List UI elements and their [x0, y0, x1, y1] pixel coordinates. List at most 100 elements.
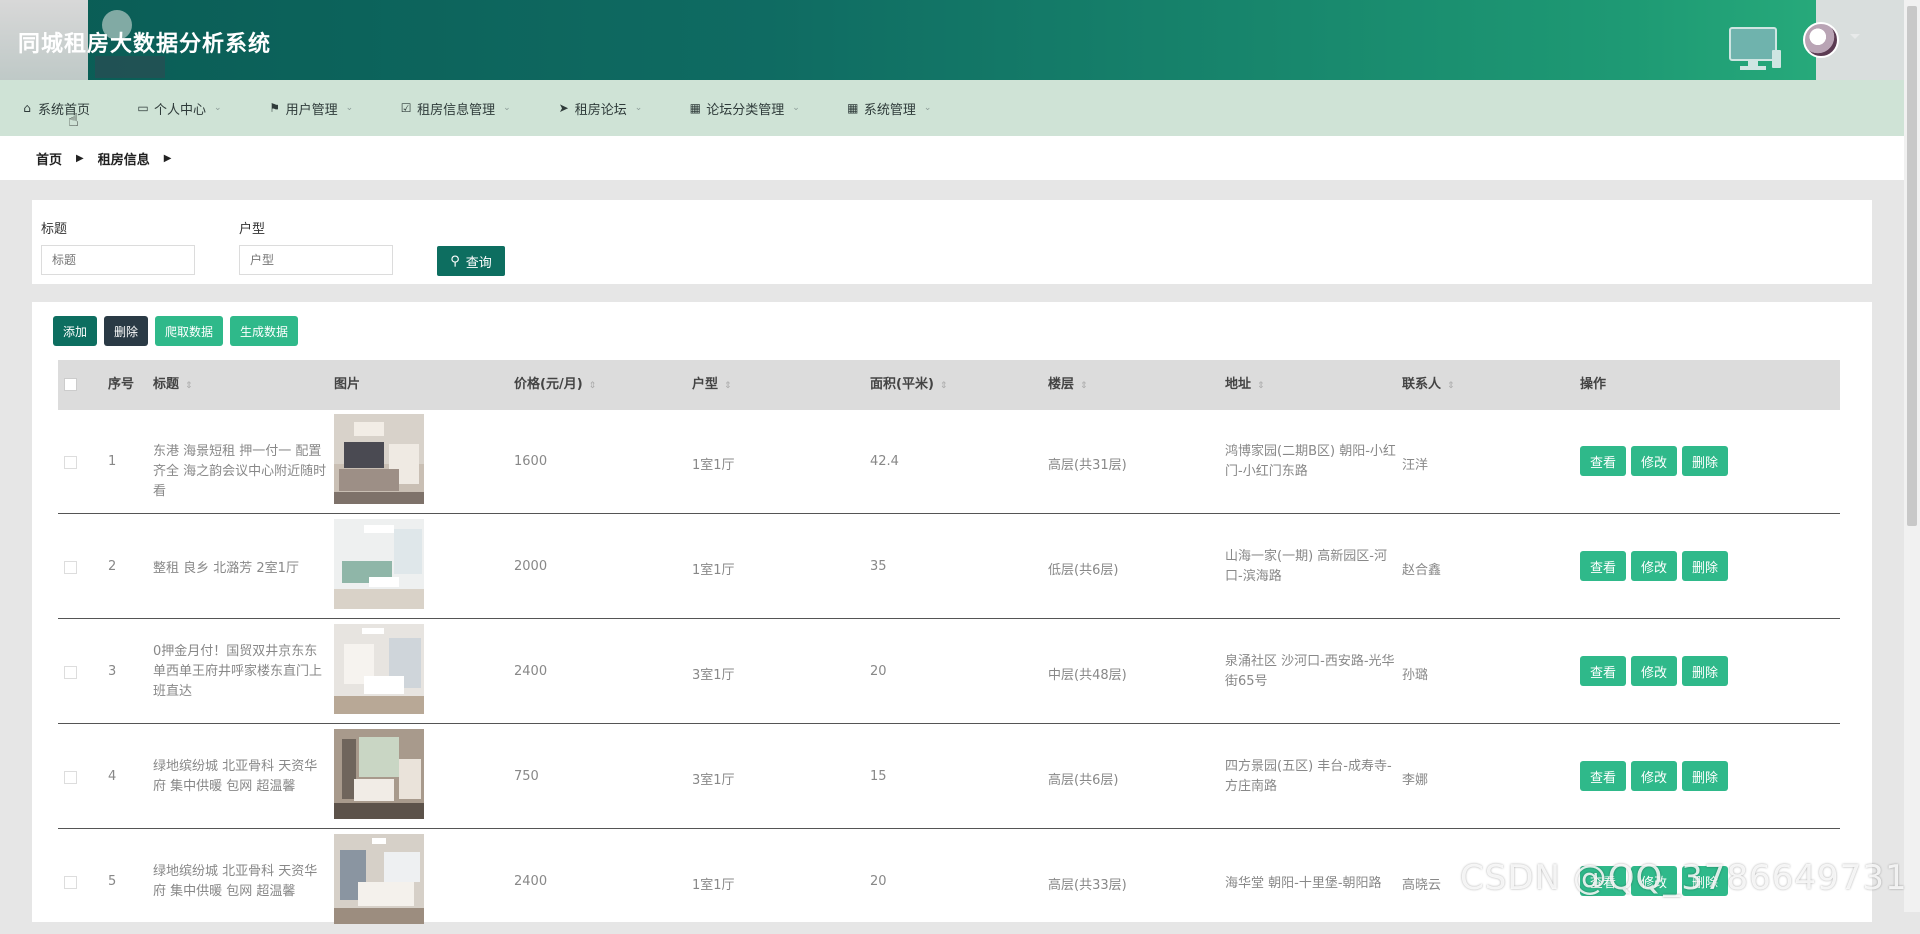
nav-item-system-management[interactable]: ▦ 系统管理 ⌄ [846, 99, 932, 118]
title-field: 标题 [41, 218, 195, 275]
page-scrollbar[interactable] [1904, 0, 1920, 912]
view-button[interactable]: 查看 [1580, 761, 1627, 791]
chevron-down-icon: ⌄ [792, 103, 800, 113]
row-checkbox[interactable] [64, 876, 77, 889]
listing-photo [334, 834, 424, 924]
sort-icon: ⇕ [185, 381, 193, 391]
nav-item-user-management[interactable]: ⚑ 用户管理 ⌄ [268, 99, 353, 118]
user-avatar[interactable] [1803, 22, 1839, 58]
column-header-index: 序号 [108, 377, 135, 392]
chevron-down-icon: ⌄ [923, 103, 932, 113]
header-decoration-books [95, 56, 165, 78]
row-actions: 查看 修改 删除 [1580, 446, 1733, 476]
row-area: 20 [870, 664, 887, 679]
row-checkbox[interactable] [64, 666, 77, 679]
app-title: 同城租房大数据分析系统 [18, 32, 272, 57]
row-contact: 孙璐 [1402, 668, 1429, 683]
row-contact: 高晓云 [1402, 878, 1442, 893]
chevron-right-icon: ▶ [163, 152, 172, 164]
row-address: 鸿博家园(二期B区) 朝阳-小红门-小红门东路 [1225, 444, 1396, 479]
table-header: 序号 标题 ⇕ 图片 价格(元/月) ⇕ 户型 ⇕ 面积(平米) ⇕ 楼层 ⇕ 地址 ⇕ 联… [58, 360, 1840, 410]
edit-button[interactable]: 修改 [1631, 656, 1678, 686]
nav-item-home[interactable]: ⌂ 系统首页 [20, 99, 90, 118]
nav-item-personal-center[interactable]: ▭ 个人中心 ⌄ [136, 99, 222, 118]
nav-item-label: 论坛分类管理 [706, 102, 785, 118]
crawl-data-button[interactable]: 爬取数据 [155, 316, 224, 346]
nav-item-forum-category[interactable]: ▦ 论坛分类管理 ⌄ [688, 99, 800, 118]
chevron-down-icon[interactable] [1850, 34, 1860, 39]
row-actions: 查看 修改 删除 [1580, 761, 1733, 791]
row-title: 整租 良乡 北潞芳 2室1厅 [153, 561, 299, 576]
row-area: 42.4 [870, 454, 899, 469]
row-floor: 中层(共48层) [1048, 668, 1127, 683]
row-actions: 查看 修改 删除 [1580, 656, 1733, 686]
nav-item-label: 系统管理 [863, 102, 916, 118]
layout-field: 户型 [239, 218, 393, 275]
row-floor: 高层(共33层) [1048, 878, 1127, 893]
add-button[interactable]: 添加 [53, 316, 98, 346]
search-button[interactable]: ⚲ 查询 [437, 246, 505, 276]
row-layout: 1室1厅 [692, 458, 735, 473]
nav-item-rental-management[interactable]: ☑ 租房信息管理 ⌄ [399, 99, 511, 118]
sort-icon: ⇕ [588, 381, 597, 391]
row-checkbox[interactable] [64, 771, 77, 784]
column-header-layout[interactable]: 户型 ⇕ [692, 360, 732, 410]
nav-item-rental-forum[interactable]: ➤ 租房论坛 ⌄ [557, 99, 643, 118]
edit-button[interactable]: 修改 [1631, 761, 1678, 791]
listing-photo [334, 519, 424, 609]
search-button-label: 查询 [465, 255, 492, 271]
sort-icon: ⇕ [1257, 381, 1265, 391]
column-header-contact[interactable]: 联系人 ⇕ [1402, 360, 1455, 410]
chevron-right-icon: ▶ [76, 152, 84, 164]
row-title: 绿地缤纷城 北亚骨科 天资华府 集中供暖 包网 超温馨 [153, 759, 318, 794]
delete-button[interactable]: 删除 [1682, 656, 1729, 686]
breadcrumb: 首页 ▶ 租房信息 ▶ [0, 136, 1904, 180]
sort-icon: ⇕ [939, 381, 948, 391]
scrollbar-thumb[interactable] [1907, 6, 1917, 526]
layout-input[interactable] [239, 245, 393, 275]
breadcrumb-home[interactable]: 首页 [36, 149, 62, 168]
row-index: 5 [108, 874, 117, 889]
row-contact: 赵合鑫 [1402, 563, 1442, 578]
row-area: 15 [870, 769, 887, 784]
row-checkbox[interactable] [64, 456, 77, 469]
select-all-checkbox[interactable] [64, 378, 77, 391]
card-icon: ▭ [137, 101, 149, 115]
edit-button[interactable]: 修改 [1631, 446, 1678, 476]
nav-item-label: 用户管理 [285, 102, 338, 118]
row-index: 2 [108, 559, 117, 574]
row-area: 20 [870, 874, 887, 889]
row-price: 2400 [514, 874, 548, 889]
delete-button[interactable]: 删除 [1682, 551, 1729, 581]
nav-item-label: 系统首页 [38, 102, 91, 118]
main-nav: ⌂ 系统首页 ▭ 个人中心 ⌄ ⚑ 用户管理 ⌄ ☑ 租房信息管理 ⌄ ➤ 租房… [0, 80, 1904, 136]
edit-button[interactable]: 修改 [1631, 551, 1678, 581]
generate-data-button[interactable]: 生成数据 [230, 316, 299, 346]
column-header-floor[interactable]: 楼层 ⇕ [1048, 360, 1088, 410]
table-panel: 添加 删除 爬取数据 生成数据 序号 标题 ⇕ 图片 价格(元/月) ⇕ 户型 ⇕ 面… [32, 302, 1872, 924]
column-header-area[interactable]: 面积(平米) ⇕ [870, 360, 947, 410]
column-header-title[interactable]: 标题 ⇕ [153, 360, 193, 410]
chevron-down-icon: ⌄ [214, 103, 222, 113]
chevron-down-icon: ⌄ [503, 103, 511, 113]
view-button[interactable]: 查看 [1580, 551, 1627, 581]
delete-button[interactable]: 删除 [1682, 761, 1729, 791]
row-layout: 3室1厅 [692, 773, 735, 788]
breadcrumb-current[interactable]: 租房信息 [98, 149, 150, 168]
view-button[interactable]: 查看 [1580, 656, 1627, 686]
row-layout: 1室1厅 [692, 878, 735, 893]
column-header-address[interactable]: 地址 ⇕ [1225, 360, 1265, 410]
grid-icon: ▦ [689, 101, 701, 115]
column-header-price[interactable]: 价格(元/月) ⇕ [514, 360, 596, 410]
title-input[interactable] [41, 245, 195, 275]
row-checkbox[interactable] [64, 561, 77, 574]
listing-photo [334, 414, 424, 504]
row-index: 3 [108, 664, 117, 679]
title-label: 标题 [41, 222, 68, 237]
search-icon: ⚲ [450, 253, 460, 269]
listing-photo [334, 729, 424, 819]
table-row: 4 绿地缤纷城 北亚骨科 天资华府 集中供暖 包网 超温馨 750 3室1厅 1… [58, 725, 1840, 829]
bulk-delete-button[interactable]: 删除 [104, 316, 149, 346]
delete-button[interactable]: 删除 [1682, 446, 1729, 476]
view-button[interactable]: 查看 [1580, 446, 1627, 476]
